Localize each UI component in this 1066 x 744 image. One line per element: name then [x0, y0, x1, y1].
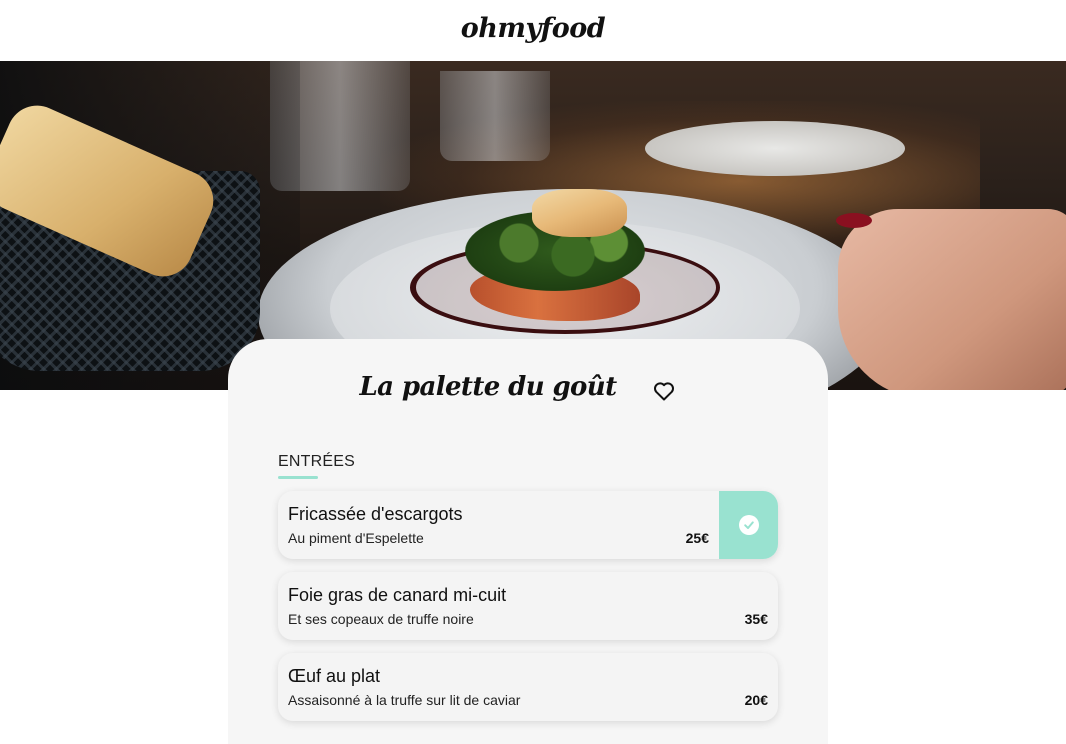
dish-card[interactable]: Œuf au plat Assaisonné à la truffe sur l…: [278, 653, 778, 721]
menu-card: La palette du goût ENTRÉES Fricassée d'e…: [228, 339, 828, 744]
dish-description: Et ses copeaux de truffe noire: [288, 611, 474, 627]
site-header: ohmyfood: [0, 0, 1066, 61]
dish-price: 25€: [685, 530, 709, 546]
check-icon: [738, 515, 759, 535]
dish-price: 20€: [744, 692, 768, 708]
section-underline: [278, 476, 318, 479]
restaurant-menu-page: ohmyfood La palette du goût ENTRÉES Fric…: [0, 0, 1066, 744]
selected-indicator[interactable]: [719, 491, 778, 559]
dish-description: Assaisonné à la truffe sur lit de caviar: [288, 692, 521, 708]
dish-card[interactable]: Fricassée d'escargots Au piment d'Espele…: [278, 491, 778, 559]
dish-card[interactable]: Foie gras de canard mi-cuit Et ses copea…: [278, 572, 778, 640]
dish-description: Au piment d'Espelette: [288, 530, 424, 546]
heart-icon[interactable]: [652, 379, 676, 403]
dish-name: Foie gras de canard mi-cuit: [288, 585, 507, 605]
dish-name: Œuf au plat: [288, 666, 381, 686]
dish-price: 35€: [744, 611, 768, 627]
dish-name: Fricassée d'escargots: [288, 504, 463, 524]
ohmyfood-logo[interactable]: ohmyfood: [461, 13, 606, 44]
section-title-entrees: ENTRÉES: [278, 453, 355, 470]
